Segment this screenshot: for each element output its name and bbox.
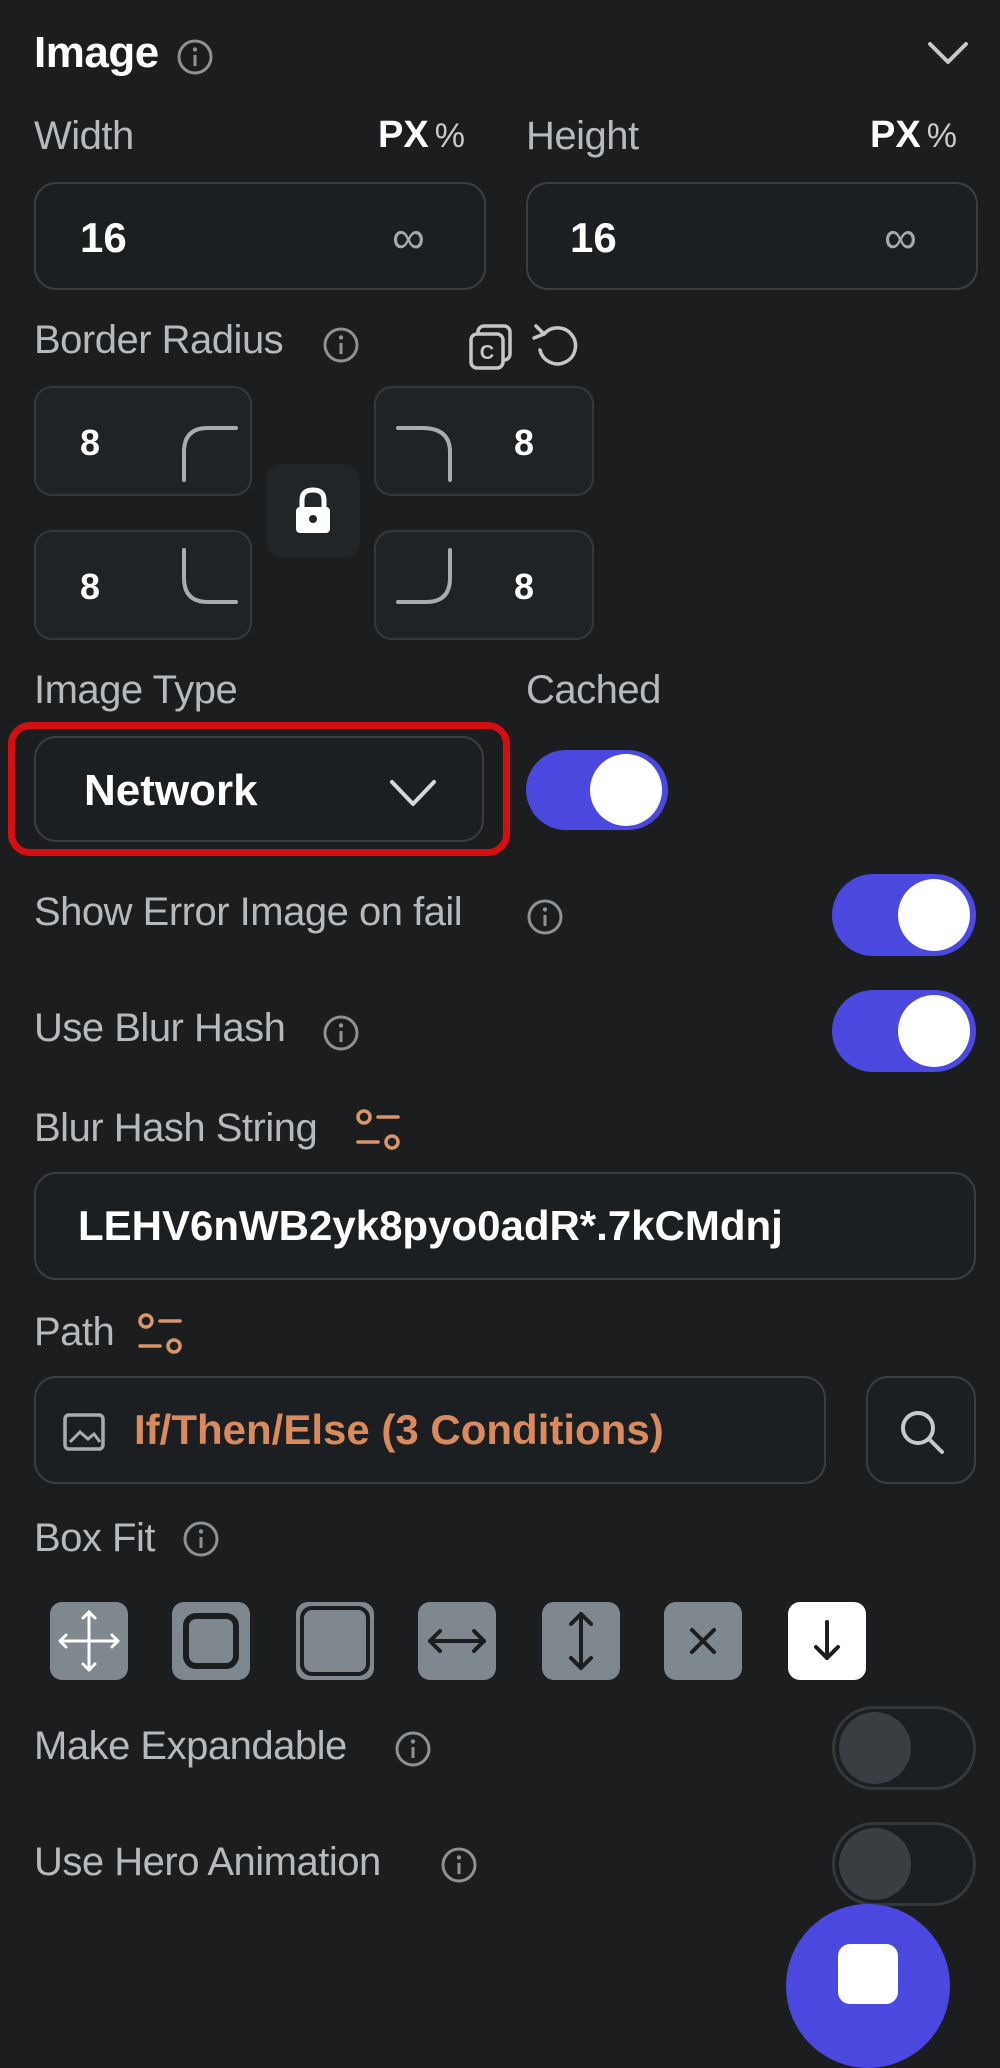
path-value: If/Then/Else (3 Conditions): [134, 1406, 664, 1453]
blur-hash-string-label: Blur Hash String: [34, 1106, 318, 1150]
show-error-image-label: Show Error Image on fail: [34, 890, 463, 934]
reset-icon[interactable]: [530, 320, 580, 375]
corner-bottom-right-icon: [396, 548, 452, 604]
radius-bottom-left-input[interactable]: 8: [34, 530, 252, 640]
info-icon[interactable]: [176, 38, 214, 81]
box-fit-option-fit-width[interactable]: [418, 1602, 496, 1680]
box-fit-option-fill[interactable]: [296, 1602, 374, 1680]
chevron-down-icon: [390, 780, 436, 806]
box-fit-option-fit-height[interactable]: [542, 1602, 620, 1680]
rounded-square-icon: [183, 1613, 239, 1669]
box-fit-option-cover[interactable]: [172, 1602, 250, 1680]
toggle-knob: [898, 995, 970, 1067]
use-blur-hash-toggle[interactable]: [832, 990, 976, 1072]
box-fit-option-contain[interactable]: [50, 1602, 128, 1680]
cached-toggle[interactable]: [526, 750, 668, 830]
expand-icon: [58, 1610, 120, 1672]
make-expandable-label: Make Expandable: [34, 1724, 347, 1768]
section-title: Image: [34, 28, 159, 77]
unit-percent[interactable]: %: [927, 117, 957, 155]
filled-square-icon: [300, 1606, 370, 1676]
svg-text:C: C: [480, 342, 494, 364]
vertical-arrows-icon: [569, 1612, 593, 1670]
collapse-chevron-icon[interactable]: [926, 38, 970, 73]
search-icon: [901, 1411, 944, 1454]
copy-icon[interactable]: C: [468, 322, 514, 375]
toggle-knob: [839, 1712, 911, 1784]
unit-percent[interactable]: %: [435, 117, 465, 155]
use-hero-animation-toggle[interactable]: [832, 1822, 976, 1906]
lock-icon: [296, 487, 330, 533]
box-fit-label: Box Fit: [34, 1516, 155, 1560]
variable-binding-icon[interactable]: [354, 1108, 404, 1159]
width-input[interactable]: 16 ∞: [34, 182, 486, 290]
toggle-knob: [898, 879, 970, 951]
unit-px[interactable]: PX: [870, 114, 921, 156]
info-icon[interactable]: [394, 1730, 432, 1773]
lock-button[interactable]: [266, 464, 360, 558]
path-label: Path: [34, 1310, 115, 1354]
box-fit-option-scale-down[interactable]: [788, 1602, 866, 1680]
height-unit-toggle[interactable]: PX%: [870, 114, 957, 157]
arrow-down-icon: [814, 1620, 840, 1660]
floating-action-button[interactable]: [786, 1904, 950, 2068]
info-icon[interactable]: [182, 1520, 220, 1563]
blur-hash-string-value: LEHV6nWB2yk8pyo0adR*.7kCMdnj: [78, 1202, 783, 1249]
radius-top-left-input[interactable]: 8: [34, 386, 252, 496]
path-input[interactable]: If/Then/Else (3 Conditions): [34, 1376, 826, 1484]
radius-top-right-input[interactable]: 8: [374, 386, 594, 496]
use-blur-hash-label: Use Blur Hash: [34, 1006, 286, 1050]
width-unit-toggle[interactable]: PX%: [378, 114, 465, 157]
height-input[interactable]: 16 ∞: [526, 182, 978, 290]
width-label: Width: [34, 114, 134, 158]
corner-top-right-icon: [396, 426, 452, 482]
variable-binding-icon[interactable]: [136, 1312, 186, 1363]
radius-bottom-right-input[interactable]: 8: [374, 530, 594, 640]
image-type-label: Image Type: [34, 668, 238, 712]
radius-top-right-value: 8: [514, 422, 535, 463]
infinity-icon[interactable]: ∞: [392, 210, 425, 264]
blur-hash-string-input[interactable]: LEHV6nWB2yk8pyo0adR*.7kCMdnj: [34, 1172, 976, 1280]
corner-top-left-icon: [182, 426, 238, 482]
box-fit-option-none[interactable]: [664, 1602, 742, 1680]
infinity-icon[interactable]: ∞: [884, 210, 917, 264]
use-hero-animation-label: Use Hero Animation: [34, 1840, 381, 1884]
info-icon[interactable]: [440, 1846, 478, 1889]
show-error-image-toggle[interactable]: [832, 874, 976, 956]
make-expandable-toggle[interactable]: [832, 1706, 976, 1790]
image-type-dropdown[interactable]: Network: [34, 736, 484, 842]
height-value: 16: [570, 214, 617, 261]
image-icon: [63, 1413, 105, 1451]
radius-bottom-right-value: 8: [514, 566, 535, 607]
fab-icon: [838, 1944, 898, 2004]
radius-top-left-value: 8: [80, 422, 101, 463]
info-icon[interactable]: [526, 898, 564, 941]
border-radius-label: Border Radius: [34, 318, 284, 362]
horizontal-arrows-icon: [428, 1629, 486, 1653]
image-type-value: Network: [84, 766, 258, 815]
corner-bottom-left-icon: [182, 548, 238, 604]
info-icon[interactable]: [322, 326, 360, 369]
info-icon[interactable]: [322, 1014, 360, 1057]
search-button[interactable]: [866, 1376, 976, 1484]
radius-bottom-left-value: 8: [80, 566, 101, 607]
width-value: 16: [80, 214, 127, 261]
unit-px[interactable]: PX: [378, 114, 429, 156]
toggle-knob: [590, 754, 662, 826]
close-icon: [690, 1628, 716, 1654]
cached-label: Cached: [526, 668, 661, 712]
height-label: Height: [526, 114, 639, 158]
toggle-knob: [839, 1828, 911, 1900]
